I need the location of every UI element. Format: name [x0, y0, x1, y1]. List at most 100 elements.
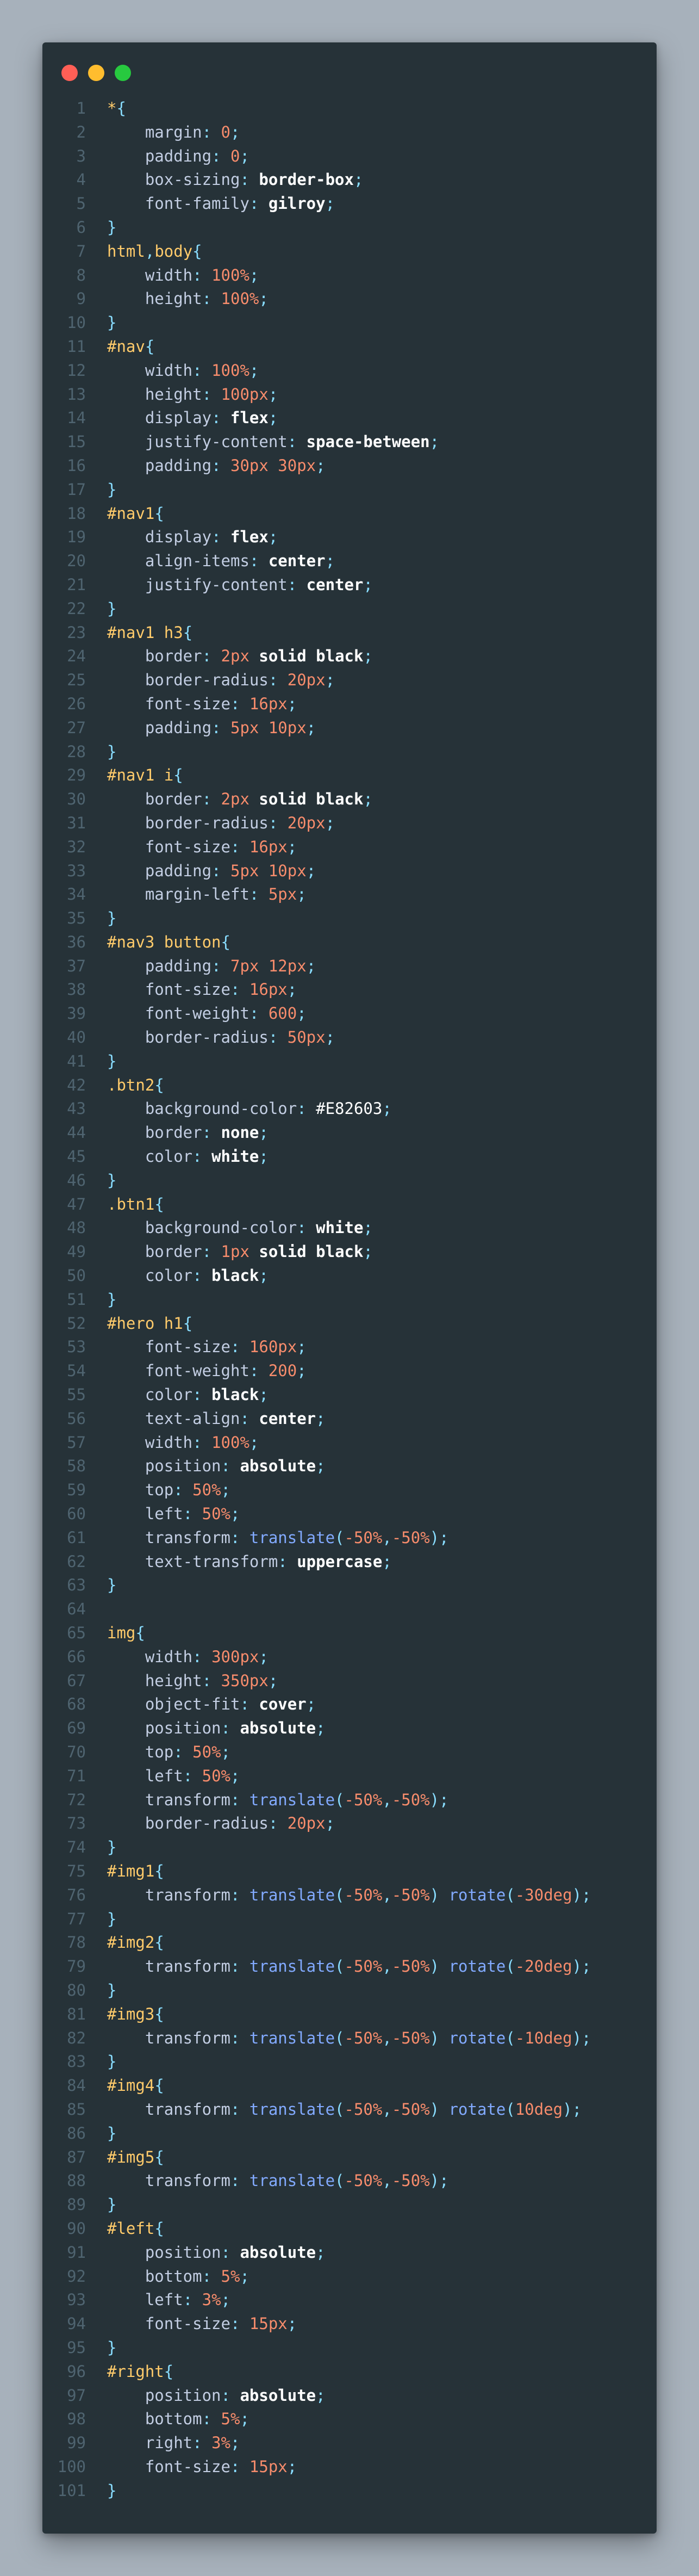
line-number: 4 — [76, 170, 86, 189]
code-token: ) — [429, 2028, 449, 2047]
line-code: top: 50%; — [107, 1741, 230, 1764]
code-token: { — [154, 1933, 164, 1952]
line-code: } — [107, 907, 116, 931]
code-token: #img2 — [107, 1933, 155, 1952]
code-token: , — [382, 2100, 392, 2119]
code-token: : — [287, 575, 307, 594]
code-line: 58 position: absolute; — [42, 1454, 657, 1478]
line-number: 8 — [76, 265, 86, 284]
code-token: ; — [325, 1814, 335, 1833]
code-line: 98 bottom: 5%; — [42, 2407, 657, 2431]
line-number: 66 — [67, 1647, 86, 1666]
line-number: 94 — [67, 2314, 86, 2333]
window-titlebar — [42, 42, 657, 97]
code-token: ; — [268, 408, 278, 428]
code-line: 40 border-radius: 50px; — [42, 1026, 657, 1050]
code-token: -50% — [344, 1885, 383, 1904]
line-code: } — [107, 478, 116, 502]
line-code: } — [107, 2122, 116, 2146]
code-line: 63} — [42, 1574, 657, 1597]
code-token: transform — [145, 1790, 230, 1809]
code-token: 5% — [221, 2410, 240, 2429]
line-code: border-radius: 20px; — [107, 668, 335, 692]
line-number: 34 — [67, 885, 86, 904]
maximize-window-button[interactable] — [115, 65, 131, 81]
code-line: 85 transform: translate(-50%,-50%) rotat… — [42, 2098, 657, 2122]
line-code: color: black; — [107, 1264, 269, 1288]
code-token: 3% — [202, 2290, 221, 2309]
code-token: absolute — [240, 2386, 316, 2405]
line-code: width: 100%; — [107, 264, 259, 288]
code-token: : — [202, 122, 221, 141]
code-token: background-color — [145, 1099, 297, 1118]
code-token: 1px — [221, 1242, 249, 1261]
line-number: 48 — [67, 1218, 86, 1237]
code-token: rotate — [448, 1885, 506, 1904]
line-code: transform: translate(-50%,-50%) rotate(1… — [107, 2098, 582, 2122]
code-token: ; — [316, 2243, 326, 2262]
line-number: 24 — [67, 647, 86, 666]
code-line: 57 width: 100%; — [42, 1431, 657, 1455]
line-number: 53 — [67, 1337, 86, 1357]
code-token: ; — [429, 432, 440, 451]
code-token: : — [183, 2290, 202, 2309]
code-line: 80} — [42, 1979, 657, 2003]
line-number: 27 — [67, 718, 86, 737]
code-token: ; — [249, 265, 259, 284]
code-line: 20 align-items: center; — [42, 549, 657, 573]
code-token: .btn1 — [107, 1194, 155, 1213]
code-token: #right — [107, 2362, 164, 2381]
code-token: ; — [325, 1028, 335, 1047]
line-code: #nav1{ — [107, 502, 164, 526]
code-token: : — [183, 1766, 202, 1785]
code-token: box-sizing — [145, 170, 240, 189]
code-token: ; — [249, 1433, 259, 1452]
line-code: position: absolute; — [107, 2384, 326, 2408]
line-number: 63 — [67, 1576, 86, 1595]
code-token: 10px — [268, 861, 307, 880]
code-token: : — [173, 1742, 193, 1761]
code-token: -50% — [344, 2100, 383, 2119]
line-code: height: 100%; — [107, 287, 269, 311]
code-line: 70 top: 50%; — [42, 1741, 657, 1764]
code-line: 43 background-color: #E82603; — [42, 1097, 657, 1121]
code-line: 99 right: 3%; — [42, 2431, 657, 2455]
code-token: : — [287, 432, 307, 451]
code-token: absolute — [240, 2243, 316, 2262]
minimize-window-button[interactable] — [88, 65, 104, 81]
code-token: } — [107, 313, 117, 332]
code-token: : — [221, 1457, 240, 1476]
line-number: 39 — [67, 1004, 86, 1023]
close-window-button[interactable] — [61, 65, 78, 81]
code-line: 17} — [42, 478, 657, 502]
code-line: 7 html,body{ — [42, 240, 657, 264]
code-token: ; — [268, 528, 278, 547]
code-token: -50% — [391, 1790, 430, 1809]
code-line: 101} — [42, 2479, 657, 2503]
code-token: : — [230, 694, 249, 713]
code-token: ; — [287, 2457, 297, 2476]
code-area[interactable]: 1 *{2 margin: 0; 3 padding: 0; 4 box-sizing… — [42, 97, 657, 2503]
line-number: 78 — [67, 1933, 86, 1952]
line-number: 25 — [67, 671, 86, 690]
code-token: ; — [230, 1504, 240, 1524]
line-number: 91 — [67, 2243, 86, 2262]
code-line: 32 font-size: 16px; — [42, 835, 657, 859]
code-line: 46} — [42, 1169, 657, 1193]
code-line: 53 font-size: 160px; — [42, 1335, 657, 1359]
line-code: *{ — [107, 97, 126, 121]
code-line: 12 width: 100%; — [42, 359, 657, 383]
